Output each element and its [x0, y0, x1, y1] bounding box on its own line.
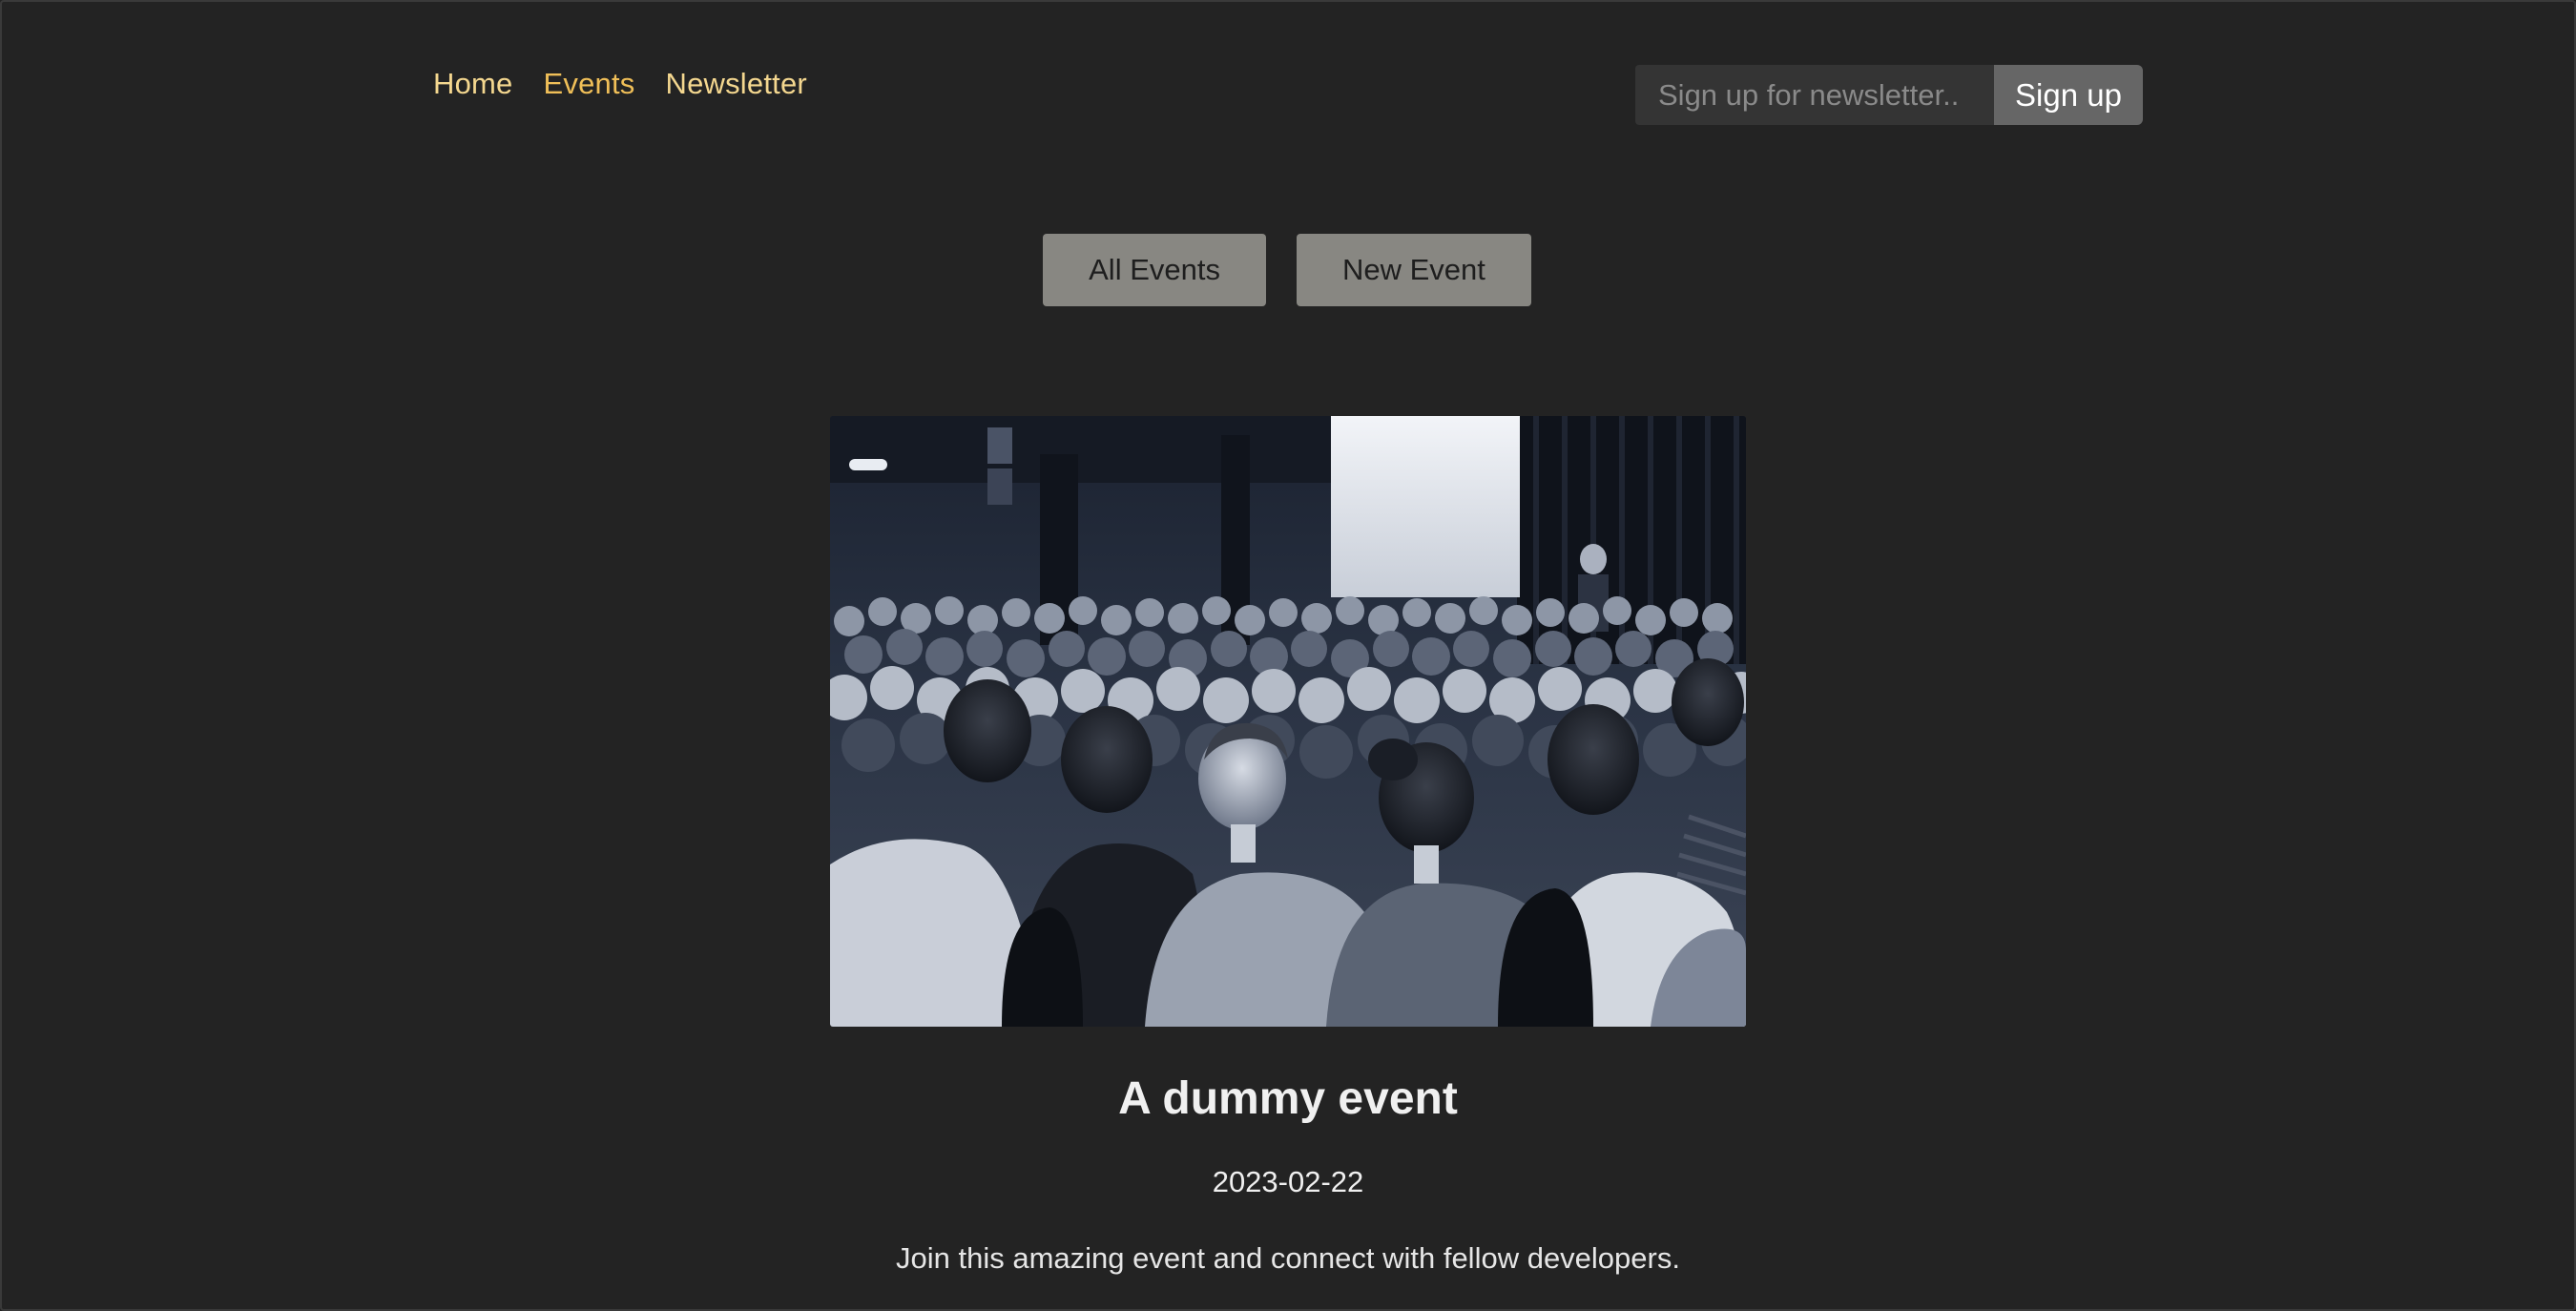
newsletter-email-input[interactable] — [1635, 65, 1994, 125]
nav-link-home[interactable]: Home — [433, 67, 513, 101]
new-event-button[interactable]: New Event — [1296, 234, 1531, 306]
event-detail: A dummy event 2023-02-22 Join this amazi… — [2, 416, 2574, 1305]
nav-link-events[interactable]: Events — [544, 67, 635, 101]
events-actions-bar: All Events New Event — [2, 234, 2574, 306]
all-events-button[interactable]: All Events — [1043, 234, 1266, 306]
main-header: Home Events Newsletter Sign up — [2, 2, 2574, 155]
newsletter-signup-form: Sign up — [1635, 65, 2143, 125]
event-description: Join this amazing event and connect with… — [896, 1241, 1680, 1275]
event-title: A dummy event — [1118, 1073, 1458, 1124]
nav-link-newsletter[interactable]: Newsletter — [665, 67, 806, 101]
event-date: 2023-02-22 — [1212, 1165, 1364, 1198]
newsletter-signup-button[interactable]: Sign up — [1994, 65, 2143, 125]
page: Home Events Newsletter Sign up All Event… — [0, 0, 2576, 1311]
event-image — [830, 416, 1746, 1027]
main-nav: Home Events Newsletter — [433, 67, 807, 101]
